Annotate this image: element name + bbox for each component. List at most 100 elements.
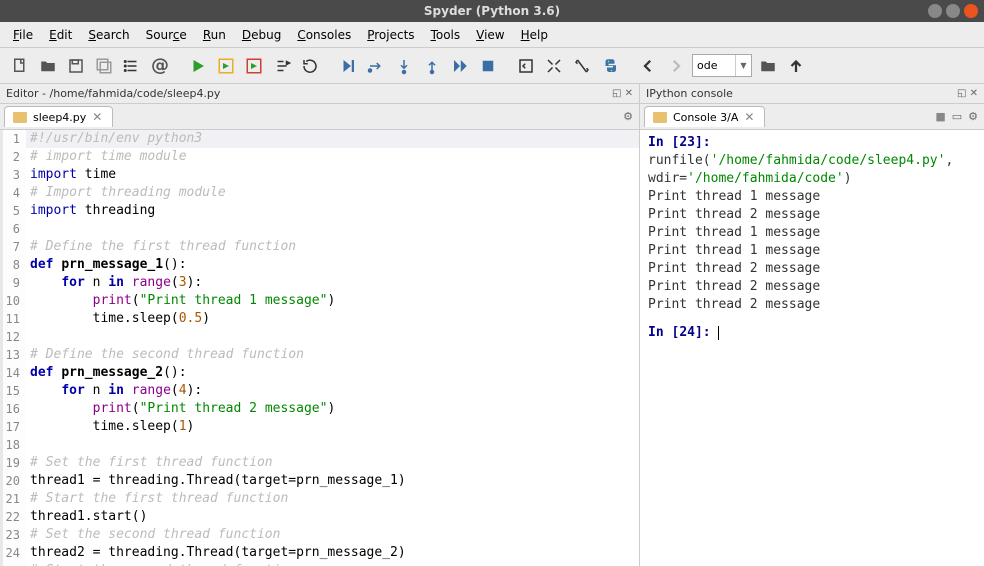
code-text[interactable]: for n in range(3):: [26, 274, 202, 292]
console-stop-icon[interactable]: ■: [935, 110, 945, 123]
working-dir-combo[interactable]: ode ▼: [692, 54, 752, 77]
code-line[interactable]: 4# Import threading module: [0, 184, 639, 202]
code-text[interactable]: thread1.start(): [26, 508, 147, 526]
code-line[interactable]: 2# import time module: [0, 148, 639, 166]
menu-consoles[interactable]: Consoles: [290, 25, 358, 45]
code-line[interactable]: 3import time: [0, 166, 639, 184]
python-path-icon[interactable]: [597, 53, 623, 79]
code-text[interactable]: def prn_message_1():: [26, 256, 187, 274]
code-text[interactable]: # Set the first thread function: [26, 454, 273, 472]
preferences-icon[interactable]: [569, 53, 595, 79]
open-file-icon[interactable]: [35, 53, 61, 79]
menu-view[interactable]: View: [469, 25, 511, 45]
at-icon[interactable]: @: [147, 53, 173, 79]
code-line[interactable]: 6: [0, 220, 639, 238]
code-line[interactable]: 13# Define the second thread function: [0, 346, 639, 364]
code-line[interactable]: 22thread1.start(): [0, 508, 639, 526]
menu-run[interactable]: Run: [196, 25, 233, 45]
code-text[interactable]: print("Print thread 1 message"): [26, 292, 335, 310]
outline-icon[interactable]: [119, 53, 145, 79]
console-options-icon[interactable]: ⚙: [968, 110, 978, 123]
close-button[interactable]: [964, 4, 978, 18]
browse-dir-icon[interactable]: [755, 53, 781, 79]
code-text[interactable]: import time: [26, 166, 116, 184]
code-text[interactable]: thread1 = threading.Thread(target=prn_me…: [26, 472, 406, 490]
code-text[interactable]: def prn_message_2():: [26, 364, 187, 382]
code-text[interactable]: thread2 = threading.Thread(target=prn_me…: [26, 544, 406, 562]
menu-projects[interactable]: Projects: [360, 25, 421, 45]
minimize-button[interactable]: [928, 4, 942, 18]
forward-icon[interactable]: [663, 53, 689, 79]
code-text[interactable]: time.sleep(0.5): [26, 310, 210, 328]
code-line[interactable]: 9 for n in range(3):: [0, 274, 639, 292]
code-line[interactable]: 16 print("Print thread 2 message"): [0, 400, 639, 418]
menu-debug[interactable]: Debug: [235, 25, 288, 45]
debug-play-icon[interactable]: [335, 53, 361, 79]
tab-close-icon[interactable]: ✕: [92, 110, 102, 124]
code-text[interactable]: [26, 436, 30, 454]
code-line[interactable]: 20thread1 = threading.Thread(target=prn_…: [0, 472, 639, 490]
menu-search[interactable]: Search: [81, 25, 136, 45]
code-line[interactable]: 8def prn_message_1():: [0, 256, 639, 274]
code-text[interactable]: # Set the second thread function: [26, 526, 280, 544]
code-line[interactable]: 24thread2 = threading.Thread(target=prn_…: [0, 544, 639, 562]
run-cell-advance-icon[interactable]: [241, 53, 267, 79]
console-close-pane-icon[interactable]: ✕: [970, 88, 978, 99]
code-text[interactable]: # Start the second thread function: [26, 562, 296, 566]
maximize-button[interactable]: [946, 4, 960, 18]
code-editor[interactable]: 1#!/usr/bin/env python32# import time mo…: [0, 130, 639, 566]
fullscreen-icon[interactable]: [541, 53, 567, 79]
editor-close-pane-icon[interactable]: ✕: [625, 88, 633, 99]
code-line[interactable]: 5import threading: [0, 202, 639, 220]
stop-icon[interactable]: [475, 53, 501, 79]
code-text[interactable]: [26, 220, 30, 238]
menu-edit[interactable]: Edit: [42, 25, 79, 45]
console-clear-icon[interactable]: ▭: [952, 110, 962, 123]
back-icon[interactable]: [635, 53, 661, 79]
save-icon[interactable]: [63, 53, 89, 79]
code-line[interactable]: 7# Define the first thread function: [0, 238, 639, 256]
code-line[interactable]: 23# Set the second thread function: [0, 526, 639, 544]
code-line[interactable]: 19# Set the first thread function: [0, 454, 639, 472]
code-text[interactable]: #!/usr/bin/env python3: [26, 130, 202, 148]
file-tab[interactable]: sleep4.py ✕: [4, 106, 113, 127]
code-line[interactable]: 11 time.sleep(0.5): [0, 310, 639, 328]
code-line[interactable]: 10 print("Print thread 1 message"): [0, 292, 639, 310]
menu-help[interactable]: Help: [514, 25, 555, 45]
console-tab-close-icon[interactable]: ✕: [744, 110, 754, 124]
code-line[interactable]: 14def prn_message_2():: [0, 364, 639, 382]
code-line[interactable]: 25# Start the second thread function: [0, 562, 639, 566]
save-all-icon[interactable]: [91, 53, 117, 79]
code-text[interactable]: # import time module: [26, 148, 187, 166]
code-text[interactable]: # Define the first thread function: [26, 238, 296, 256]
code-line[interactable]: 21# Start the first thread function: [0, 490, 639, 508]
code-text[interactable]: [26, 328, 30, 346]
run-selection-icon[interactable]: [269, 53, 295, 79]
menu-file[interactable]: File: [6, 25, 40, 45]
menu-source[interactable]: Source: [139, 25, 194, 45]
code-line[interactable]: 1#!/usr/bin/env python3: [0, 130, 639, 148]
ipython-console[interactable]: In [23]: runfile('/home/fahmida/code/sle…: [640, 130, 984, 566]
continue-icon[interactable]: [447, 53, 473, 79]
maximize-pane-icon[interactable]: [513, 53, 539, 79]
chevron-down-icon[interactable]: ▼: [735, 55, 751, 76]
run-icon[interactable]: [185, 53, 211, 79]
console-tab[interactable]: Console 3/A ✕: [644, 106, 765, 127]
console-dock-icon[interactable]: ◱: [957, 88, 966, 99]
code-text[interactable]: import threading: [26, 202, 155, 220]
editor-options-icon[interactable]: ⚙: [623, 110, 633, 123]
rerun-icon[interactable]: [297, 53, 323, 79]
code-line[interactable]: 12: [0, 328, 639, 346]
code-text[interactable]: for n in range(4):: [26, 382, 202, 400]
code-text[interactable]: # Start the first thread function: [26, 490, 288, 508]
menu-tools[interactable]: Tools: [424, 25, 468, 45]
code-text[interactable]: # Import threading module: [26, 184, 226, 202]
code-line[interactable]: 18: [0, 436, 639, 454]
code-line[interactable]: 15 for n in range(4):: [0, 382, 639, 400]
code-text[interactable]: print("Print thread 2 message"): [26, 400, 335, 418]
code-line[interactable]: 17 time.sleep(1): [0, 418, 639, 436]
step-into-icon[interactable]: [391, 53, 417, 79]
step-out-icon[interactable]: [419, 53, 445, 79]
run-cell-icon[interactable]: [213, 53, 239, 79]
code-text[interactable]: # Define the second thread function: [26, 346, 304, 364]
